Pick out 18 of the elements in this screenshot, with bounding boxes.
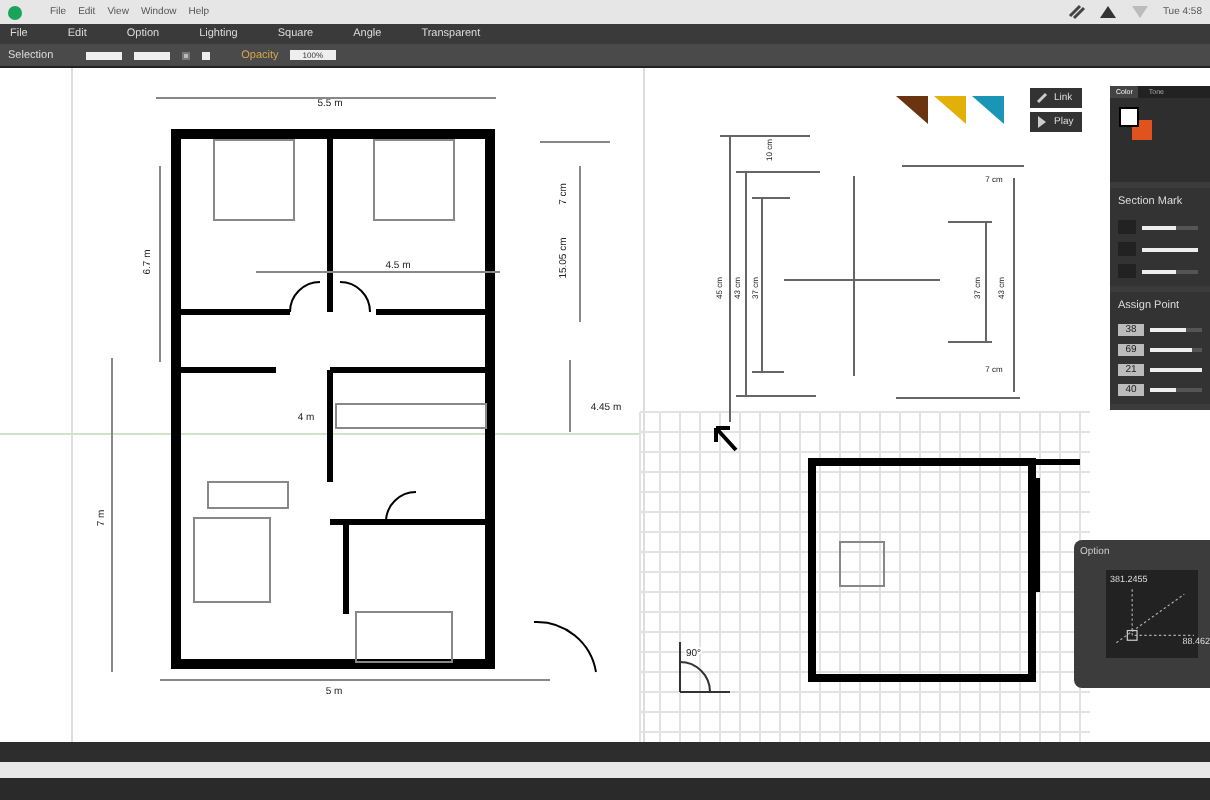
- scrollbar-track[interactable]: [0, 762, 1210, 778]
- line-weight-bar[interactable]: [1142, 247, 1198, 251]
- link-icon[interactable]: [1068, 4, 1087, 20]
- line-weight-bar[interactable]: [1142, 269, 1176, 273]
- cursor-icon: [714, 426, 738, 452]
- line-weight-bar[interactable]: [1142, 225, 1176, 229]
- checkbox[interactable]: [181, 51, 190, 59]
- color-swatch[interactable]: [934, 96, 966, 124]
- angle-drawing: [679, 641, 731, 693]
- color-swatch[interactable]: [896, 96, 928, 124]
- checkbox[interactable]: [201, 51, 210, 59]
- app-icon[interactable]: [8, 5, 22, 19]
- input-field[interactable]: [133, 51, 170, 59]
- input-field[interactable]: [85, 51, 122, 59]
- play-icon: [1036, 116, 1048, 128]
- link-icon: [1036, 92, 1048, 104]
- color-chips-drawing[interactable]: [1118, 106, 1154, 142]
- color-swatch[interactable]: [972, 96, 1004, 124]
